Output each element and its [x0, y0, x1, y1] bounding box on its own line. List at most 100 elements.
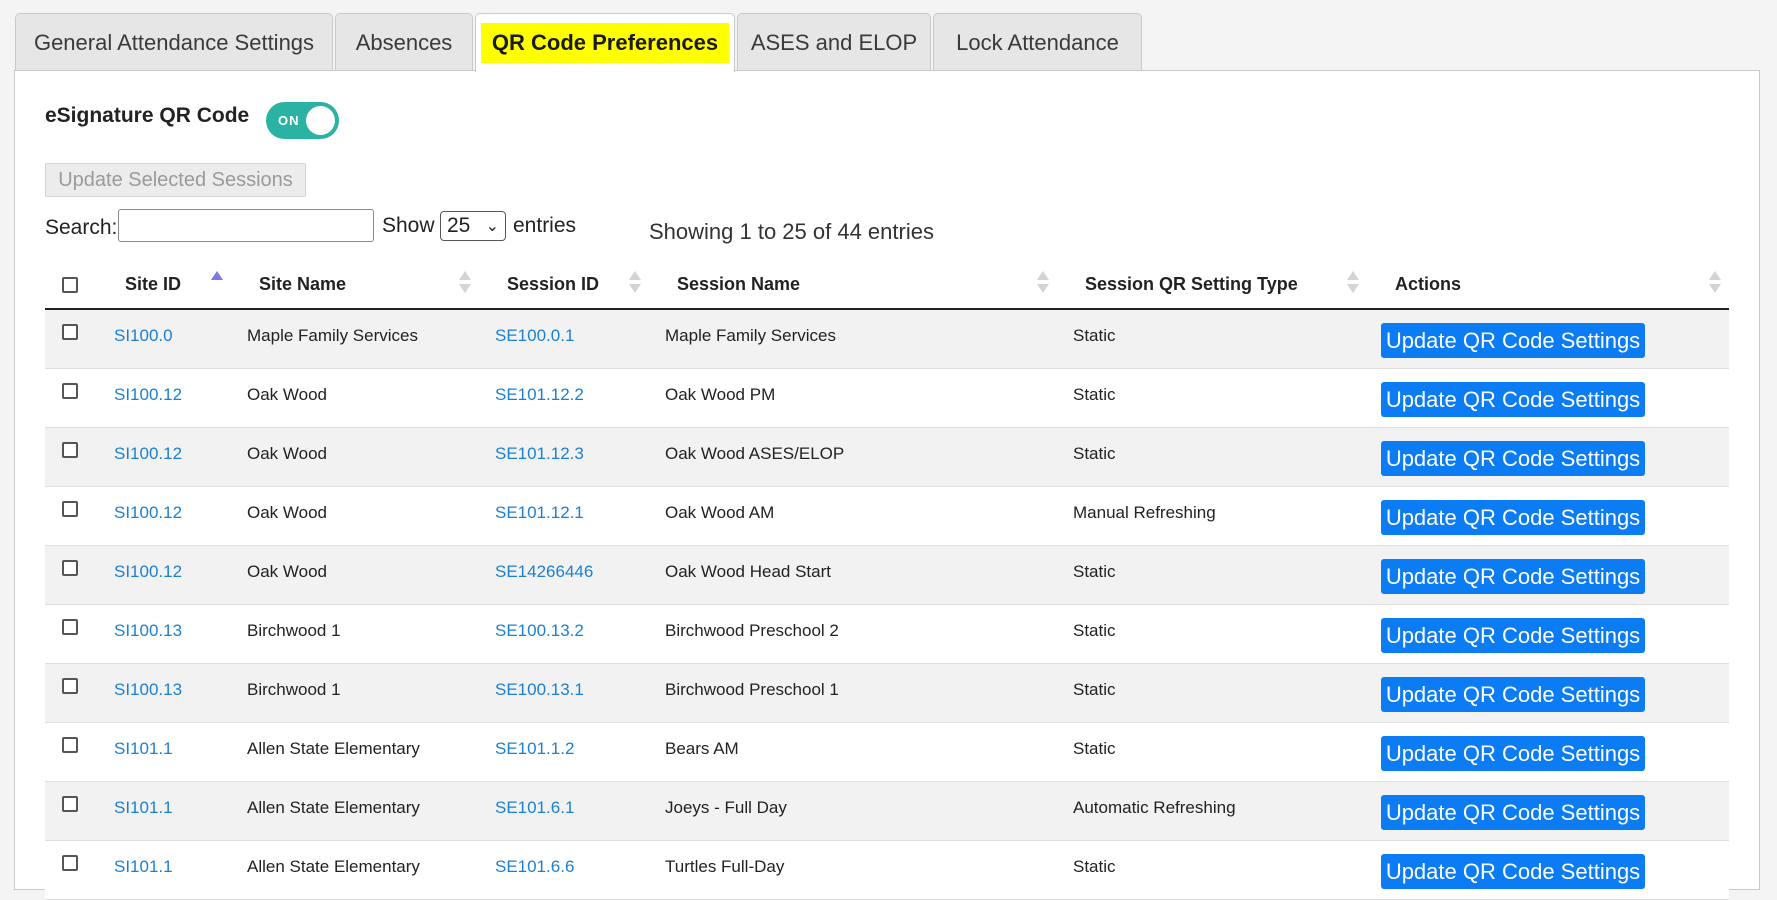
session-id-link[interactable]: SE101.12.2: [495, 385, 584, 405]
search-label: Search:: [45, 216, 118, 239]
column-header-site-id[interactable]: Site ID: [125, 274, 181, 295]
session-id-link[interactable]: SE101.12.1: [495, 503, 584, 523]
session-name: Maple Family Services: [665, 326, 836, 345]
site-id-link[interactable]: SI101.1: [114, 857, 173, 877]
session-id-link[interactable]: SE100.13.1: [495, 680, 584, 700]
table-row: SI101.1 Allen State Elementary SE101.6.1 Jo…: [45, 782, 1729, 841]
update-qr-code-settings-button[interactable]: Update QR Code Settings: [1381, 500, 1645, 535]
search-input[interactable]: [118, 209, 374, 242]
qr-setting-type: Static: [1073, 562, 1116, 581]
row-checkbox[interactable]: [62, 855, 78, 871]
tab-lock-attendance[interactable]: Lock Attendance: [933, 13, 1142, 71]
session-id-link[interactable]: SE101.6.6: [495, 857, 574, 877]
tab-label: QR Code Preferences: [480, 23, 730, 63]
site-name: Allen State Elementary: [247, 739, 420, 758]
select-all-checkbox[interactable]: [62, 277, 78, 293]
table-row: SI101.1 Allen State Elementary SE101.6.6 Tu…: [45, 841, 1729, 900]
settings-tabs: General Attendance Settings Absences QR …: [15, 13, 1142, 72]
row-checkbox[interactable]: [62, 501, 78, 517]
qr-setting-type: Static: [1073, 444, 1116, 463]
session-name: Oak Wood AM: [665, 503, 775, 522]
site-id-link[interactable]: SI100.12: [114, 562, 182, 582]
session-id-link[interactable]: SE14266446: [495, 562, 593, 582]
update-qr-code-settings-button[interactable]: Update QR Code Settings: [1381, 441, 1645, 476]
session-name: Birchwood Preschool 1: [665, 680, 839, 699]
update-qr-code-settings-button[interactable]: Update QR Code Settings: [1381, 559, 1645, 594]
table-row: SI100.12 Oak Wood SE101.12.2 Oak Wood PM Sta…: [45, 369, 1729, 428]
update-qr-code-settings-button[interactable]: Update QR Code Settings: [1381, 618, 1645, 653]
tab-absences[interactable]: Absences: [335, 13, 473, 71]
toggle-state-label: ON: [278, 113, 300, 128]
row-checkbox[interactable]: [62, 619, 78, 635]
qr-setting-type: Static: [1073, 857, 1116, 876]
update-qr-code-settings-button[interactable]: Update QR Code Settings: [1381, 736, 1645, 771]
site-id-link[interactable]: SI100.12: [114, 444, 182, 464]
update-qr-code-settings-button[interactable]: Update QR Code Settings: [1381, 323, 1645, 358]
table-row: SI100.12 Oak Wood SE101.12.3 Oak Wood ASES/…: [45, 428, 1729, 487]
session-name: Oak Wood ASES/ELOP: [665, 444, 845, 463]
show-label: Show: [382, 214, 435, 237]
session-name: Turtles Full-Day: [665, 857, 785, 876]
sort-icon[interactable]: [1037, 271, 1049, 295]
qr-setting-type: Static: [1073, 326, 1116, 345]
entries-label: entries: [513, 214, 577, 237]
table-row: SI100.0 Maple Family Services SE100.0.1 Map…: [45, 310, 1729, 369]
site-id-link[interactable]: SI100.13: [114, 621, 182, 641]
chevron-down-icon: ⌄: [485, 218, 499, 235]
row-checkbox[interactable]: [62, 560, 78, 576]
row-checkbox[interactable]: [62, 796, 78, 812]
entries-per-page-select[interactable]: 25 ⌄: [440, 211, 506, 241]
session-id-link[interactable]: SE101.1.2: [495, 739, 574, 759]
row-checkbox[interactable]: [62, 442, 78, 458]
esignature-toggle[interactable]: ON: [266, 102, 339, 139]
session-id-link[interactable]: SE101.12.3: [495, 444, 584, 464]
table-row: SI100.12 Oak Wood SE101.12.1 Oak Wood AM Man…: [45, 487, 1729, 546]
row-checkbox[interactable]: [62, 737, 78, 753]
column-header-session-id[interactable]: Session ID: [507, 274, 599, 295]
row-checkbox[interactable]: [62, 678, 78, 694]
update-qr-code-settings-button[interactable]: Update QR Code Settings: [1381, 382, 1645, 417]
sort-icon[interactable]: [1709, 271, 1721, 295]
session-id-link[interactable]: SE100.0.1: [495, 326, 574, 346]
site-id-link[interactable]: SI100.12: [114, 503, 182, 523]
site-id-link[interactable]: SI101.1: [114, 739, 173, 759]
column-header-site-name[interactable]: Site Name: [259, 274, 346, 295]
session-name: Oak Wood PM: [665, 385, 776, 404]
tab-general-attendance-settings[interactable]: General Attendance Settings: [15, 13, 333, 71]
row-checkbox[interactable]: [62, 324, 78, 340]
update-qr-code-settings-button[interactable]: Update QR Code Settings: [1381, 677, 1645, 712]
tab-label: Absences: [355, 29, 453, 55]
sort-icon[interactable]: [629, 271, 641, 295]
site-id-link[interactable]: SI100.0: [114, 326, 173, 346]
update-qr-code-settings-button[interactable]: Update QR Code Settings: [1381, 795, 1645, 830]
table-body: SI100.0 Maple Family Services SE100.0.1 Map…: [45, 310, 1729, 900]
sort-icon[interactable]: [1347, 271, 1359, 295]
session-id-link[interactable]: SE101.6.1: [495, 798, 574, 818]
sort-icon[interactable]: [459, 271, 471, 295]
tab-label: ASES and ELOP: [750, 29, 918, 55]
entries-per-page-value: 25: [447, 214, 471, 237]
qr-setting-type: Static: [1073, 385, 1116, 404]
tab-qr-code-preferences[interactable]: QR Code Preferences: [475, 13, 735, 72]
row-checkbox[interactable]: [62, 383, 78, 399]
site-name: Allen State Elementary: [247, 798, 420, 817]
column-header-session-name[interactable]: Session Name: [677, 274, 800, 295]
qr-setting-type: Static: [1073, 680, 1116, 699]
update-qr-code-settings-button[interactable]: Update QR Code Settings: [1381, 854, 1645, 889]
qr-setting-type: Automatic Refreshing: [1073, 798, 1236, 817]
column-header-qr-setting-type[interactable]: Session QR Setting Type: [1085, 274, 1298, 295]
esignature-label: eSignature QR Code: [45, 104, 250, 127]
site-id-link[interactable]: SI101.1: [114, 798, 173, 818]
qr-setting-type: Static: [1073, 739, 1116, 758]
site-id-link[interactable]: SI100.13: [114, 680, 182, 700]
update-selected-sessions-button[interactable]: Update Selected Sessions: [45, 163, 306, 197]
site-id-link[interactable]: SI100.12: [114, 385, 182, 405]
session-name: Birchwood Preschool 2: [665, 621, 839, 640]
session-id-link[interactable]: SE100.13.2: [495, 621, 584, 641]
session-name: Bears AM: [665, 739, 739, 758]
column-header-actions[interactable]: Actions: [1395, 274, 1461, 295]
site-name: Oak Wood: [247, 444, 328, 463]
session-name: Oak Wood Head Start: [665, 562, 831, 581]
tab-ases-and-elop[interactable]: ASES and ELOP: [737, 13, 931, 71]
sort-ascending-icon[interactable]: [211, 271, 223, 295]
